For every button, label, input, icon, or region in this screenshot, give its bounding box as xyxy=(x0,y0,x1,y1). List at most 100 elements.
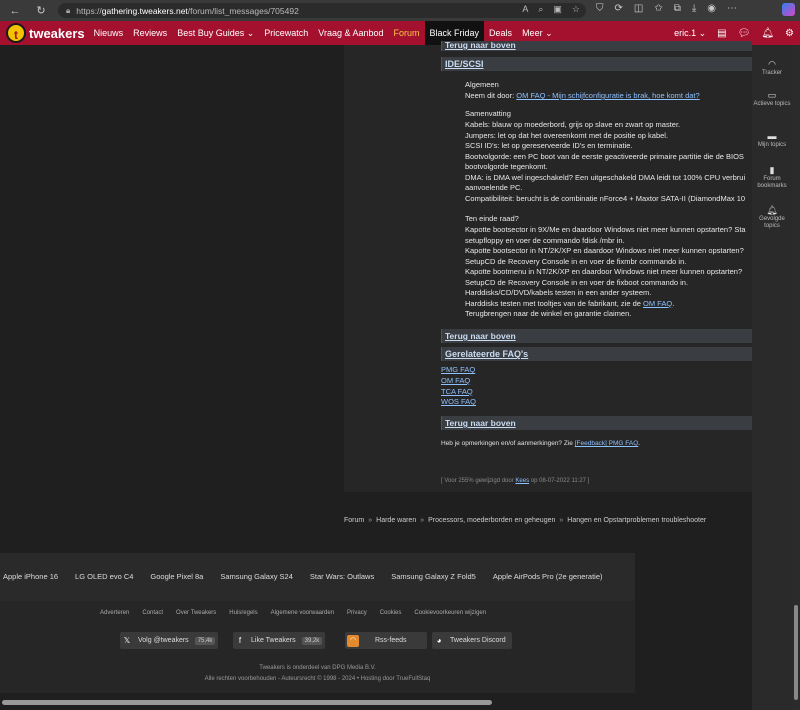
om-faq-link[interactable]: OM FAQ - Mijn schijfconfiguratie is brak… xyxy=(516,91,699,100)
settings-icon[interactable]: ⚙ xyxy=(785,28,794,39)
logo-text: tweakers xyxy=(29,25,85,41)
wos-faq-link[interactable]: WOS FAQ xyxy=(441,397,476,406)
scroll-thumb[interactable] xyxy=(794,605,798,700)
tweakers-logo[interactable]: t tweakers xyxy=(6,23,85,43)
vertical-scrollbar[interactable] xyxy=(792,45,800,710)
list-item-continuation: SetupCD de Recovery Console in en voer d… xyxy=(465,257,752,268)
feedback-link[interactable]: [Feedback] PMG FAQ xyxy=(575,440,639,447)
back-icon[interactable]: ← xyxy=(8,4,22,18)
bookmark-icon: ▮ xyxy=(769,165,775,175)
back-to-top-link-2[interactable]: Terug naar boven xyxy=(441,416,752,430)
list-item: Terugbrengen naar de winkel en garantie … xyxy=(465,309,752,320)
footer-link[interactable]: Privacy xyxy=(347,610,367,616)
list-item-continuation: setupfloppy en voer de commando fdisk /m… xyxy=(465,236,752,247)
remarks-note: Heb je opmerkingen en/of aanmerkingen? Z… xyxy=(441,440,641,447)
downloads-icon[interactable]: ⤓ xyxy=(692,3,696,14)
section-heading-ide-scsi: IDE/SCSI xyxy=(441,57,752,71)
read-aloud-icon[interactable]: A xyxy=(522,4,528,15)
rss-button[interactable]: ◠ Rss-feeds xyxy=(345,632,427,649)
footer-link[interactable]: Algemene voorwaarden xyxy=(271,610,334,616)
footer-link[interactable]: Cookies xyxy=(380,610,402,616)
messages-icon[interactable]: 💬︎ xyxy=(738,28,751,39)
list-item: Harddisks/CD/DVD/kabels testen in een an… xyxy=(465,288,752,299)
breadcrumb-harde-waren[interactable]: Harde waren xyxy=(376,517,416,524)
rss-icon: ◠ xyxy=(768,59,776,69)
bell-icon: 🔔︎ xyxy=(766,205,778,215)
breadcrumb-forum[interactable]: Forum xyxy=(344,517,364,524)
lock-icon: 🔒︎ xyxy=(66,5,71,15)
discord-button[interactable]: ◕ Tweakers Discord xyxy=(432,632,512,649)
sidebar-followed-topics[interactable]: 🔔︎ Gevolgde topics xyxy=(752,205,792,230)
popular-item[interactable]: Star Wars: Outlaws xyxy=(310,572,374,581)
editor-user-link[interactable]: Kees xyxy=(515,478,529,484)
footer-link[interactable]: Over Tweakers xyxy=(176,610,216,616)
twitter-button[interactable]: 𝕏 Volg @tweakers 75,4k xyxy=(120,632,219,649)
split-screen-icon[interactable]: ◫ xyxy=(634,3,643,14)
user-menu[interactable]: eric.1 ⌄ xyxy=(674,28,706,39)
popular-item[interactable]: LG OLED evo C4 xyxy=(75,572,133,581)
address-bar[interactable]: 🔒︎ https://gathering.tweakers.net/forum/… xyxy=(58,3,586,18)
favorite-star-icon[interactable]: ☆ xyxy=(572,4,580,15)
nav-news[interactable]: Nieuws xyxy=(89,21,129,45)
breadcrumb-processors[interactable]: Processors, moederborden en geheugen xyxy=(428,517,555,524)
notifications-icon[interactable]: 🔔︎ xyxy=(761,28,774,39)
subtitle-general: Algemeen xyxy=(465,80,499,89)
facebook-count: 39,2k xyxy=(301,636,323,645)
collections-icon[interactable]: ⧉ xyxy=(674,3,681,14)
om-faq-link-2[interactable]: OM FAQ xyxy=(643,299,672,308)
section-heading-related: Gerelateerde FAQ's xyxy=(441,347,752,361)
general-list: Neem dit door: OM FAQ - Mijn schijfconfi… xyxy=(465,91,752,102)
sidebar-tracker[interactable]: ◠ Tracker xyxy=(752,59,792,77)
list-item: Compatibiliteit: berucht is de combinati… xyxy=(465,194,752,205)
copyright: Tweakers is onderdeel van DPG Media B.V.… xyxy=(0,663,635,685)
logo-mark-icon: t xyxy=(6,23,26,43)
extension-icon[interactable]: ⟳ xyxy=(615,3,623,14)
profile-icon[interactable]: ◉ xyxy=(707,3,716,14)
copilot-icon[interactable] xyxy=(782,3,795,16)
copyright-line-1: Tweakers is onderdeel van DPG Media B.V. xyxy=(259,665,376,671)
popular-item[interactable]: Apple iPhone 16 xyxy=(3,572,58,581)
sidebar-my-topics[interactable]: ▬ Mijn topics xyxy=(752,132,792,149)
sidebar-forum-bookmarks[interactable]: ▮ Forum bookmarks xyxy=(752,165,792,190)
horizontal-scrollbar[interactable] xyxy=(2,700,492,705)
footer-link[interactable]: Adverteren xyxy=(100,610,129,616)
left-column xyxy=(0,45,344,553)
footer-link[interactable]: Huisregels xyxy=(229,610,257,616)
om-faq-link-3[interactable]: OM FAQ xyxy=(441,376,470,385)
list-item: SCSI ID's: let op gereserveerde ID's en … xyxy=(465,141,752,152)
immersive-reader-icon[interactable]: ▣ xyxy=(553,4,562,15)
tca-faq-link[interactable]: TCA FAQ xyxy=(441,387,473,396)
list-item: Jumpers: let op dat het overeenkomt met … xyxy=(465,131,752,142)
nav-best-buy-guides[interactable]: Best Buy Guides ⌄ xyxy=(172,21,259,45)
back-to-top-link-1[interactable]: Terug naar boven xyxy=(441,329,752,343)
list-item: Bootvolgorde: een PC boot van de eerste … xyxy=(465,152,752,163)
list-icon[interactable]: ▤ xyxy=(717,28,726,39)
footer-links: Adverteren Contact Over Tweakers Huisreg… xyxy=(100,610,486,616)
zoom-icon[interactable]: ⌕ xyxy=(538,4,543,15)
browser-toolbar: ← ↻ 🔒︎ https://gathering.tweakers.net/fo… xyxy=(0,0,800,21)
sidebar-active-topics[interactable]: ▭ Actieve topics xyxy=(752,90,792,108)
popular-item[interactable]: Apple AirPods Pro (2e generatie) xyxy=(493,572,603,581)
nav-forum[interactable]: Forum xyxy=(389,21,425,45)
extension-shield-icon[interactable]: ⛉ xyxy=(596,3,604,14)
right-sidebar: ◠ Tracker ▭ Actieve topics ▬ Mijn topics ▮ F… xyxy=(752,45,792,710)
footer-link[interactable]: Contact xyxy=(142,610,163,616)
more-menu-icon[interactable]: ⋯ xyxy=(727,3,737,14)
twitter-count: 75,4k xyxy=(194,636,216,645)
back-to-top-link-top[interactable]: Terug naar boven xyxy=(441,41,752,51)
popular-item[interactable]: Samsung Galaxy Z Fold5 xyxy=(391,572,476,581)
active-topics-icon: ▭ xyxy=(767,90,777,100)
popular-item[interactable]: Samsung Galaxy S24 xyxy=(220,572,293,581)
breadcrumb-topic[interactable]: Hangen en Opstartproblemen troubleshoote… xyxy=(567,517,706,524)
popular-item[interactable]: Google Pixel 8a xyxy=(150,572,203,581)
rss-feed-icon: ◠ xyxy=(347,634,359,647)
nav-vraag-aanbod[interactable]: Vraag & Aanbod xyxy=(313,21,388,45)
nav-pricewatch[interactable]: Pricewatch xyxy=(259,21,313,45)
list-item: Kapotte bootsector in 9X/Me en daardoor … xyxy=(465,225,752,236)
pmg-faq-link[interactable]: PMG FAQ xyxy=(441,365,475,374)
favorites-icon[interactable]: ✩ xyxy=(654,3,662,14)
nav-reviews[interactable]: Reviews xyxy=(128,21,172,45)
footer-link[interactable]: Cookievoorkeuren wijzigen xyxy=(414,610,486,616)
facebook-button[interactable]: f Like Tweakers 39,2k xyxy=(233,632,326,649)
refresh-icon[interactable]: ↻ xyxy=(34,4,48,18)
